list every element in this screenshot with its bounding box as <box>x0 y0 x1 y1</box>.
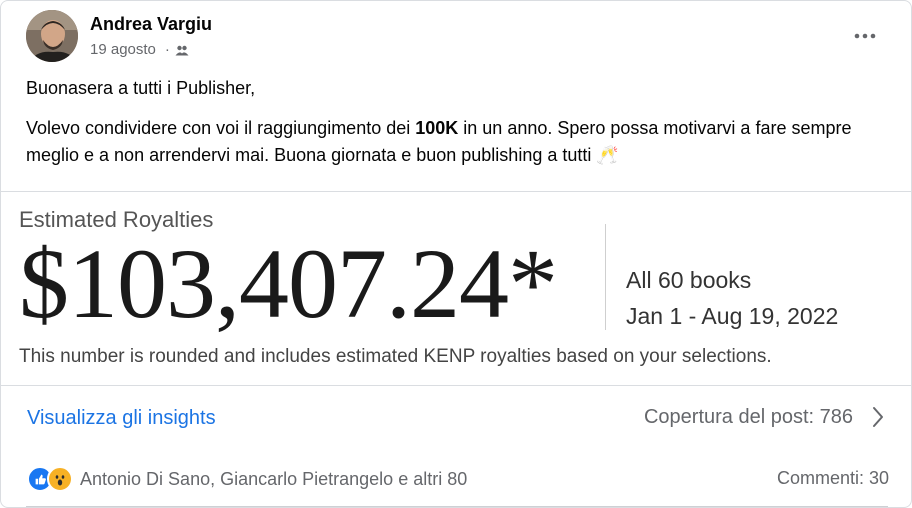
post-body-highlight: 100K <box>415 118 459 138</box>
author-name[interactable]: Andrea Vargiu <box>90 14 212 35</box>
avatar-photo <box>26 10 78 62</box>
more-options-icon[interactable] <box>852 23 878 49</box>
reactions-summary[interactable]: Antonio Di Sano, Giancarlo Pietrangelo e… <box>27 466 467 492</box>
comments-count[interactable]: Commenti: 30 <box>777 468 889 489</box>
post-reach-button[interactable]: Copertura del post: 786 <box>644 405 885 429</box>
post-meta: 19 agosto · <box>90 41 189 58</box>
post-greeting: Buonasera a tutti i Publisher, <box>26 78 256 98</box>
royalties-amount: $103,407.24* <box>19 228 558 339</box>
chevron-right-icon <box>873 407 883 427</box>
avatar[interactable] <box>26 10 78 62</box>
royalties-note: This number is rounded and includes esti… <box>19 346 772 367</box>
friends-icon[interactable] <box>175 43 189 57</box>
post-card: Andrea Vargiu 19 agosto · Buonasera a tu… <box>0 0 912 508</box>
footer-divider <box>26 506 888 507</box>
reactors-names: Antonio Di Sano, Giancarlo Pietrangelo e… <box>80 468 468 489</box>
post-image[interactable]: Estimated Royalties $103,407.24* All 60 … <box>1 191 911 386</box>
date-range: Jan 1 - Aug 19, 2022 <box>626 303 839 329</box>
post-body: Volevo condividere con voi il raggiungim… <box>26 115 886 169</box>
post-body-start: Volevo condividere con voi il raggiungim… <box>26 118 416 138</box>
post-reach-text: Copertura del post: 786 <box>643 405 853 428</box>
post-date[interactable]: 19 agosto <box>90 41 156 58</box>
divider <box>605 224 606 330</box>
view-insights-link[interactable]: Visualizza gli insights <box>27 407 216 430</box>
champagne-emoji: 🥂 <box>596 145 619 165</box>
books-count: All 60 books <box>626 267 752 293</box>
wow-icon <box>47 466 73 492</box>
meta-separator: · <box>164 41 170 58</box>
reaction-icons <box>27 466 73 492</box>
